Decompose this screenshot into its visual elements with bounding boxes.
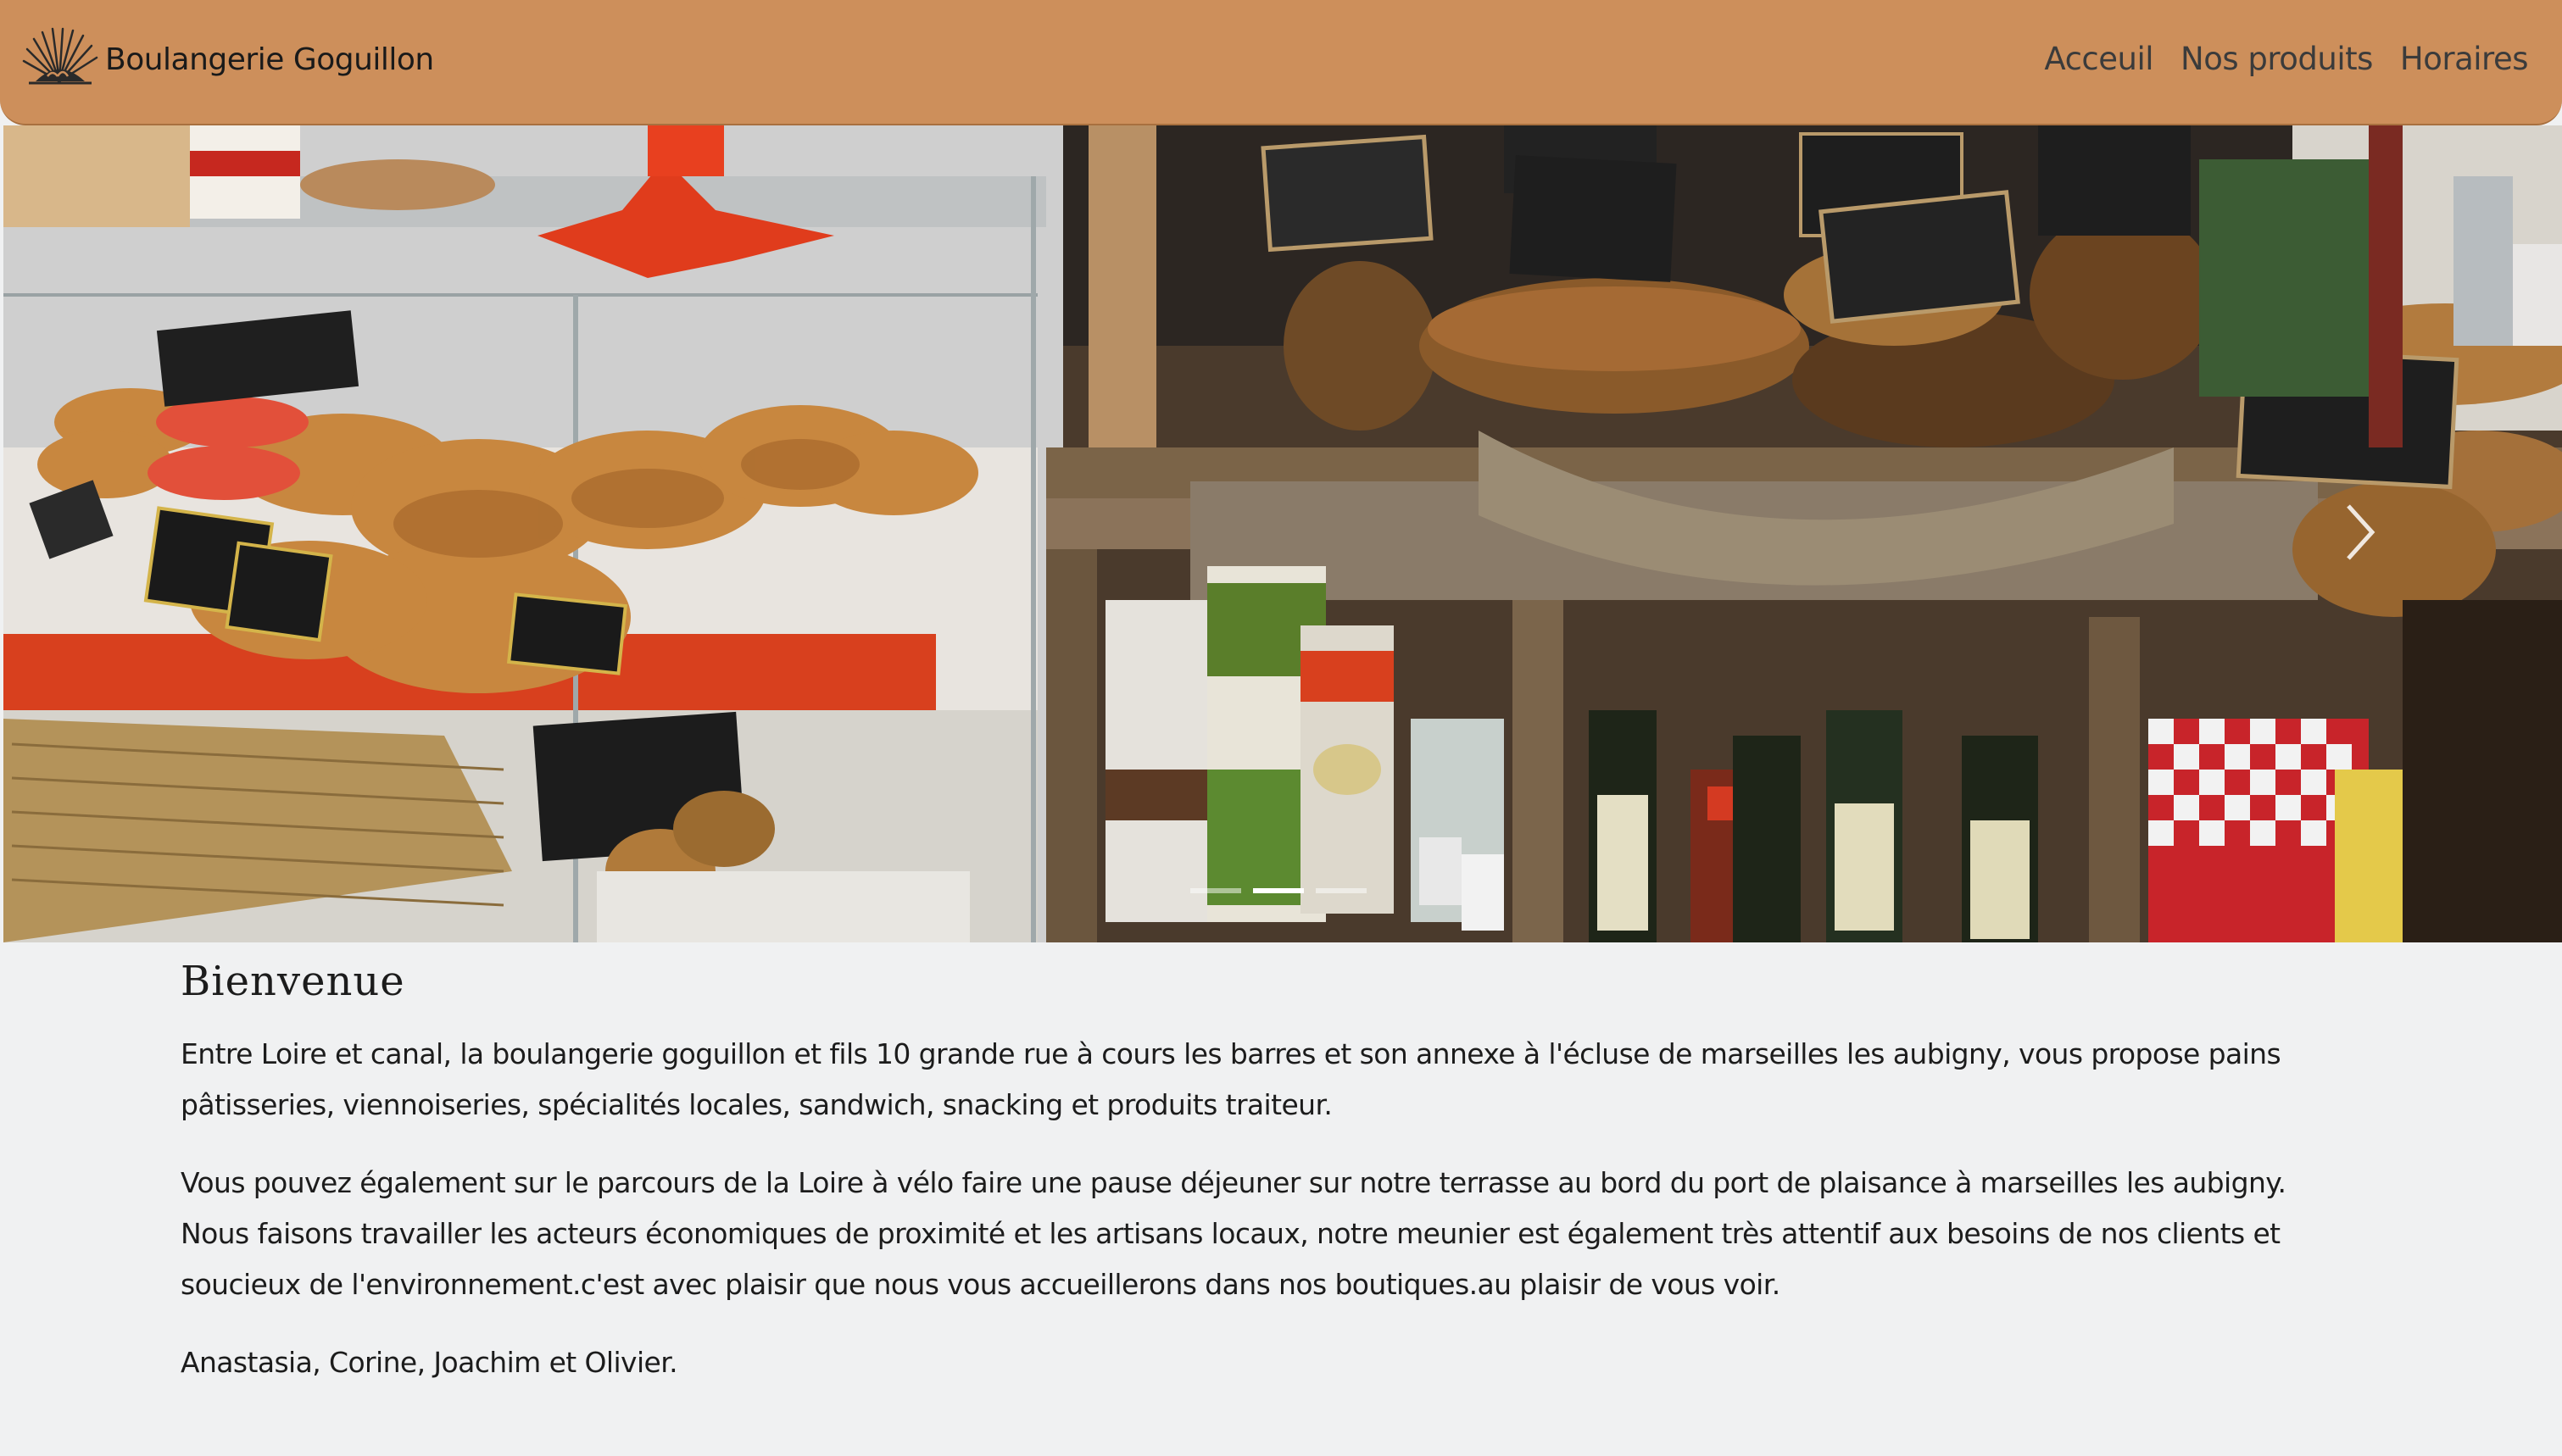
hero-carousel — [3, 125, 2562, 942]
welcome-paragraph: Vous pouvez également sur le parcours de… — [181, 1166, 2286, 1301]
site-header: Boulangerie Goguillon Acceuil Nos produi… — [0, 0, 2562, 125]
welcome-paragraph: Entre Loire et canal, la boulangerie gog… — [181, 1037, 2281, 1121]
carousel-indicators — [1190, 888, 1367, 893]
signature: Anastasia, Corine, Joachim et Olivier. — [181, 1346, 678, 1379]
brand-name: Boulangerie Goguillon — [105, 42, 434, 77]
carousel-indicator[interactable] — [1253, 888, 1304, 893]
welcome-title: Bienvenue — [181, 958, 405, 1005]
bread-logo-icon — [19, 27, 100, 92]
carousel-next-button[interactable] — [2326, 481, 2394, 583]
nav-link-horaires[interactable]: Horaires — [2400, 41, 2529, 77]
nav-link-accueil[interactable]: Acceuil — [2044, 41, 2153, 77]
carousel-indicator[interactable] — [1316, 888, 1367, 893]
welcome-section: Bienvenue Entre Loire et canal, la boula… — [181, 958, 2351, 1415]
carousel-indicator[interactable] — [1190, 888, 1241, 893]
main-nav: Acceuil Nos produits Horaires — [2044, 41, 2528, 77]
nav-link-nos-produits[interactable]: Nos produits — [2180, 41, 2373, 77]
brand[interactable]: Boulangerie Goguillon — [19, 25, 434, 93]
hero-image — [3, 125, 2562, 942]
chevron-right-icon — [2343, 503, 2377, 562]
